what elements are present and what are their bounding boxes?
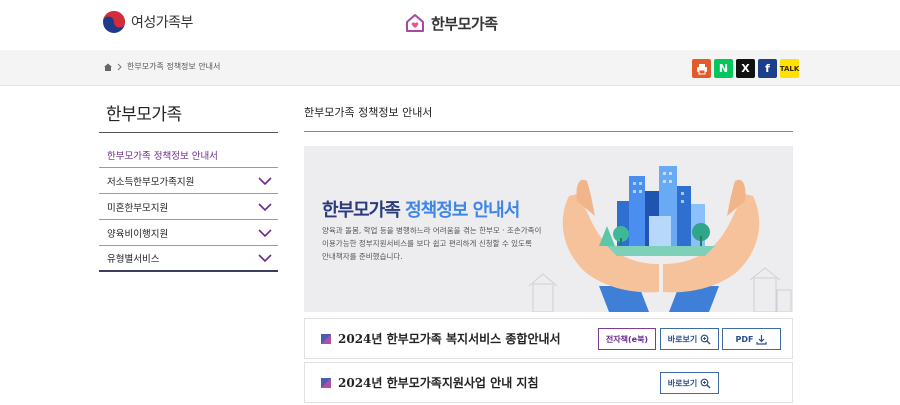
- sidebar-item-label: 저소득한부모가족지원: [107, 176, 195, 188]
- document-title: 2024년 한부모가족지원사업 안내 지침: [338, 376, 539, 390]
- taegeuk-emblem-icon: [103, 11, 125, 33]
- chevron-down-icon: [258, 254, 272, 262]
- document-row: 2024년 한부모가족 복지서비스 종합안내서 전자책(e북) 바로보기 PDF: [304, 318, 793, 359]
- breadcrumb-current[interactable]: 한부모가족 정책정보 안내서: [127, 61, 220, 72]
- policy-guide-banner: 한부모가족 정책정보 안내서 양육과 돌봄, 학업 등을 병행하느라 어려움을 …: [304, 146, 793, 312]
- chevron-down-icon: [258, 176, 272, 185]
- ebook-button[interactable]: 전자책(e북): [598, 328, 656, 350]
- naver-share-button[interactable]: N: [714, 59, 733, 78]
- home-icon[interactable]: [103, 62, 113, 72]
- banner-heading: 한부모가족 정책정보 안내서: [322, 196, 520, 222]
- sidebar-item-label: 한부모가족 정책정보 안내서: [107, 150, 218, 162]
- site-title[interactable]: 한부모가족: [404, 12, 498, 34]
- pdf-button-label: PDF: [735, 334, 754, 344]
- sidebar-title: 한부모가족: [106, 105, 182, 125]
- page-title: 한부모가족 정책정보 안내서: [304, 106, 433, 119]
- facebook-share-button[interactable]: f: [758, 59, 777, 78]
- share-buttons: N X f TALK: [692, 59, 799, 78]
- breadcrumb: 한부모가족 정책정보 안내서: [103, 61, 220, 72]
- site-header: 여성가족부 한부모가족: [0, 0, 900, 50]
- ministry-name: 여성가족부: [131, 15, 193, 31]
- sidebar-menu: 한부모가족 정책정보 안내서 저소득한부모가족지원 미혼한부모지원 양육비이행지…: [99, 142, 278, 272]
- family-house-icon: [406, 14, 424, 32]
- breadcrumb-bar: 한부모가족 정책정보 안내서 N X f TALK: [0, 50, 900, 86]
- print-button[interactable]: [692, 59, 711, 78]
- site-title-text: 한부모가족: [431, 14, 498, 33]
- document-title: 2024년 한부모가족 복지서비스 종합안내서: [338, 332, 561, 346]
- view-button[interactable]: 바로보기: [660, 372, 719, 394]
- sidebar-item-label: 미혼한부모지원: [107, 202, 169, 214]
- sidebar-item-child-support-enforcement[interactable]: 양육비이행지원: [99, 220, 278, 246]
- sidebar-item-services-by-type[interactable]: 유형별서비스: [99, 246, 278, 272]
- bullet-square-icon: [321, 334, 331, 344]
- ministry-logo[interactable]: 여성가족부: [102, 10, 193, 34]
- chevron-right-icon: [117, 63, 122, 70]
- document-row: 2024년 한부모가족지원사업 안내 지침 바로보기: [304, 362, 793, 403]
- chevron-down-icon: [258, 228, 272, 237]
- banner-heading-part1: 한부모가족: [322, 200, 406, 221]
- kakaotalk-share-button[interactable]: TALK: [780, 59, 799, 78]
- pdf-download-button[interactable]: PDF: [722, 328, 781, 350]
- sidebar-divider: [99, 132, 278, 133]
- banner-heading-highlight: 정책정보 안내서: [405, 200, 520, 221]
- view-button-label: 바로보기: [667, 334, 698, 344]
- sidebar-item-low-income-support[interactable]: 저소득한부모가족지원: [99, 168, 278, 194]
- page-title-divider: [304, 131, 793, 132]
- sidebar-item-policy-guide[interactable]: 한부모가족 정책정보 안내서: [99, 142, 278, 168]
- sidebar-item-label: 유형별서비스: [107, 254, 160, 265]
- chevron-down-icon: [258, 202, 272, 211]
- x-share-button[interactable]: X: [736, 59, 755, 78]
- hands-holding-city-illustration: [529, 166, 792, 312]
- download-icon: [756, 334, 768, 345]
- printer-icon: [696, 63, 707, 74]
- magnifier-icon: [700, 334, 711, 344]
- sidebar-item-label: 양육비이행지원: [107, 228, 169, 240]
- magnifier-icon: [700, 378, 711, 388]
- view-button[interactable]: 바로보기: [660, 328, 719, 350]
- view-button-label: 바로보기: [667, 378, 698, 388]
- bullet-square-icon: [321, 378, 331, 388]
- sidebar-item-unmarried-parent-support[interactable]: 미혼한부모지원: [99, 194, 278, 220]
